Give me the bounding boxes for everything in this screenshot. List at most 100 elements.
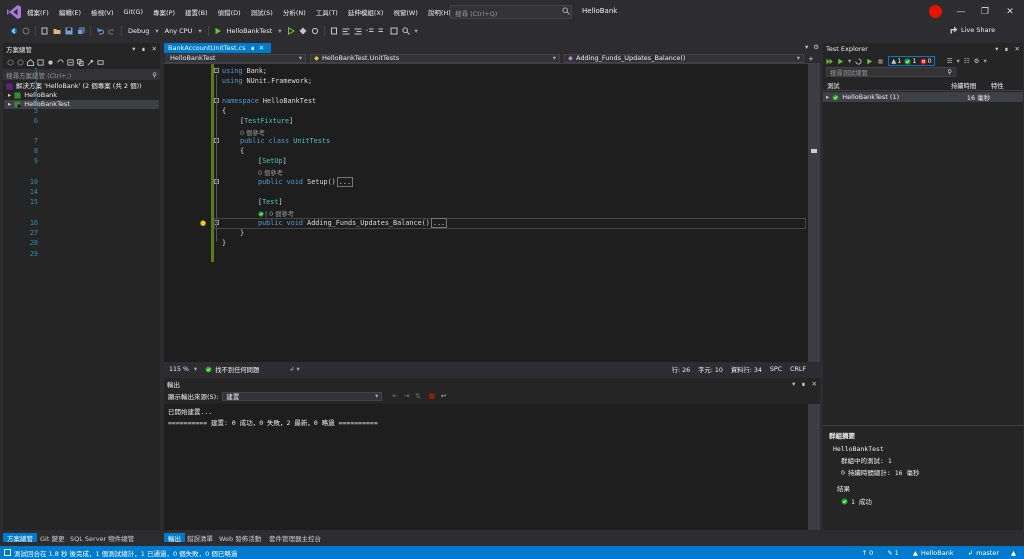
codelens-references[interactable]: 0 個參考 <box>240 128 265 137</box>
forward-icon[interactable] <box>17 58 24 66</box>
back-icon[interactable] <box>10 27 18 35</box>
member-dropdown[interactable]: ◆ Adding_Funds_Updates_Balance() ▾ <box>564 54 804 63</box>
zoom-level[interactable]: 115 % <box>164 366 194 373</box>
whitespace-mode[interactable]: SPC <box>766 366 786 373</box>
save-icon[interactable] <box>65 27 73 35</box>
menu-item-11[interactable]: 視窗(W) <box>388 7 423 17</box>
pin-icon[interactable]: ∎ <box>801 380 805 388</box>
switch-views-icon[interactable] <box>37 58 44 66</box>
repository-name[interactable]: HelloBank <box>921 549 954 557</box>
menu-item-4[interactable]: 專案(P) <box>148 7 180 17</box>
column-header-duration[interactable]: 持續時間 <box>951 81 991 90</box>
collapse-all-icon[interactable] <box>67 58 74 66</box>
tab-solution-explorer[interactable]: 方案總管 <box>3 533 37 543</box>
start-debugging-button[interactable]: HelloBankTest <box>224 27 276 35</box>
column-header-test[interactable]: 測試 <box>823 81 951 90</box>
codelens-test-status[interactable]: | 0 個參考 <box>258 209 294 218</box>
test-search-input[interactable]: 搜尋測試總管 ⚲ <box>826 67 956 77</box>
back-icon[interactable] <box>7 58 14 66</box>
undo-icon[interactable] <box>96 27 104 35</box>
branch-name[interactable]: master <box>976 549 999 557</box>
comment-icon[interactable] <box>342 27 350 35</box>
menu-item-7[interactable]: 測試(S) <box>246 7 278 17</box>
dropdown-arrow-icon[interactable]: ▾ <box>805 43 808 51</box>
dropdown-arrow-icon[interactable]: ▾ <box>132 45 135 53</box>
test-row[interactable]: ▸ HelloBankTest (1) 16 毫秒 <box>823 92 1023 102</box>
playlist-icon[interactable]: ☰ <box>947 57 953 65</box>
new-item-icon[interactable] <box>41 27 49 35</box>
tab-output[interactable]: 輸出 <box>164 533 185 543</box>
minimize-icon[interactable]: — <box>949 4 973 20</box>
properties-icon[interactable] <box>87 59 94 66</box>
tab-bankaccountunittest[interactable]: BankAccountUnitTest.cs ∎ ✕ <box>164 43 271 53</box>
home-icon[interactable] <box>27 58 34 66</box>
collapsed-region[interactable]: ... <box>336 177 354 187</box>
output-source-dropdown[interactable]: 建置 ▾ <box>222 391 383 401</box>
clear-all-icon[interactable]: ▦ <box>429 392 435 400</box>
output-scrollbar[interactable] <box>808 404 820 530</box>
menu-item-10[interactable]: 延伸模組(X) <box>343 7 389 17</box>
indent-icon[interactable] <box>366 27 374 35</box>
menu-item-9[interactable]: 工具(T) <box>311 7 343 17</box>
run-all-icon[interactable] <box>826 58 833 65</box>
menu-item-6[interactable]: 偵錯(D) <box>213 7 246 17</box>
preview-icon[interactable] <box>97 59 104 66</box>
show-all-files-icon[interactable] <box>77 58 84 66</box>
sync-icon[interactable] <box>57 59 64 66</box>
unpushed-count[interactable]: 0 <box>869 549 873 557</box>
group-by-icon[interactable]: ☷ <box>964 57 970 65</box>
collapsed-region[interactable]: ... <box>430 218 448 228</box>
menu-item-8[interactable]: 分析(N) <box>278 7 311 17</box>
hot-reload-icon[interactable] <box>299 27 307 35</box>
column-header-traits[interactable]: 特性 <box>991 81 1004 90</box>
configuration-dropdown[interactable]: Debug <box>125 27 152 35</box>
tab-error-list[interactable]: 錯誤清單 <box>183 533 217 543</box>
maximize-icon[interactable]: ❐ <box>973 4 997 20</box>
menu-item-1[interactable]: 編輯(E) <box>54 7 86 17</box>
open-icon[interactable] <box>53 27 61 35</box>
close-icon[interactable]: ✕ <box>259 44 264 52</box>
output-text-area[interactable]: 已開始建置... ========== 建置: 0 成功，0 失敗，2 最新，0… <box>164 404 808 530</box>
refresh-icon[interactable] <box>311 27 319 35</box>
dropdown-arrow-icon[interactable]: ▾ <box>995 45 998 53</box>
search-input[interactable]: 搜尋 (Ctrl+Q) <box>450 5 572 19</box>
lightbulb-icon[interactable]: ● <box>200 219 206 227</box>
notifications-icon[interactable]: ▲ <box>1011 549 1016 557</box>
close-icon[interactable]: ✕ <box>1015 45 1020 53</box>
close-icon[interactable]: ✕ <box>812 380 817 388</box>
go-to-previous-icon[interactable]: ⇤ <box>392 392 397 400</box>
expand-arrow-icon[interactable]: ▸ <box>8 91 11 100</box>
avatar[interactable] <box>929 5 942 18</box>
toolbar-overflow-icon[interactable]: ▾ <box>412 27 421 35</box>
repeat-last-run-icon[interactable] <box>855 57 862 65</box>
filter-passed-tests[interactable]: 1 <box>904 57 917 65</box>
expand-arrow-icon[interactable]: ▸ <box>823 93 829 101</box>
find-icon[interactable] <box>401 27 410 35</box>
pin-icon[interactable]: ∎ <box>1004 45 1008 53</box>
format-icon[interactable] <box>390 27 398 35</box>
start-without-debugging-icon[interactable] <box>287 27 295 35</box>
menu-item-5[interactable]: 建置(B) <box>180 7 213 17</box>
dropdown-arrow-icon[interactable]: ▾ <box>792 380 795 388</box>
run-failed-icon[interactable] <box>866 58 873 65</box>
cancel-icon[interactable] <box>877 58 884 65</box>
save-all-icon[interactable] <box>77 27 85 35</box>
forward-icon[interactable] <box>22 27 30 35</box>
class-dropdown[interactable]: ◆ HelloBankTest.UnitTests ▾ <box>310 54 560 63</box>
tab-web-publish-activity[interactable]: Web 發佈活動 <box>215 533 265 543</box>
uncomment-icon[interactable] <box>354 27 362 35</box>
add-icon[interactable]: + <box>808 55 814 63</box>
editor-scrollbar[interactable] <box>808 64 820 362</box>
pin-icon[interactable]: ∎ <box>251 44 255 52</box>
platform-dropdown[interactable]: Any CPU <box>162 27 196 35</box>
line-endings[interactable]: CRLF <box>786 366 820 373</box>
filter-all-tests[interactable]: ▲ 1 <box>891 57 901 65</box>
project-dropdown[interactable]: HelloBankTest ▾ <box>166 54 306 63</box>
bookmark-icon[interactable] <box>330 27 338 35</box>
start-icon[interactable] <box>214 27 222 35</box>
menu-item-3[interactable]: Git(G) <box>119 8 149 16</box>
collapse-toggle-icon[interactable]: - <box>214 68 219 73</box>
tab-package-manager-console[interactable]: 套件管理器主控台 <box>265 533 325 543</box>
expand-arrow-icon[interactable]: ▸ <box>8 100 11 109</box>
tab-sql-server-object-explorer[interactable]: SQL Server 物件總管 <box>66 533 138 543</box>
